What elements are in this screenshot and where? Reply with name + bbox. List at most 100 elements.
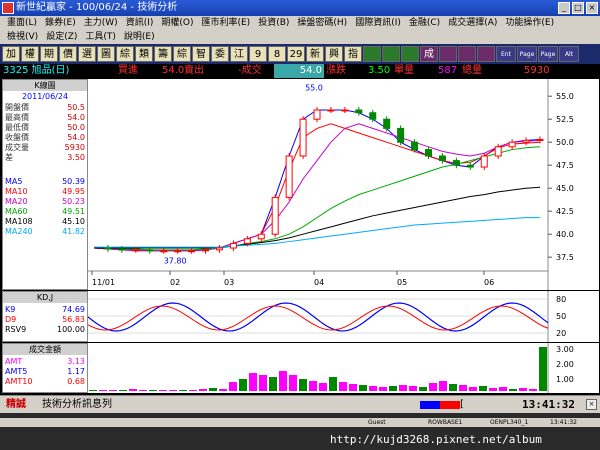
info-row-label: D9 (5, 315, 17, 324)
status-bracket: [ (460, 399, 464, 410)
info-row-label: MA5 (5, 177, 23, 186)
menu-item[interactable]: 操盤密碼(H) (293, 16, 351, 30)
amt-bar (179, 390, 187, 391)
menu-item[interactable]: 功能操作(E) (501, 16, 558, 30)
amt-chart-area[interactable]: 3.00 2.00 1.00 (88, 343, 599, 393)
menu-item[interactable]: 工具(T) (81, 30, 120, 44)
menu-item[interactable]: 成交選擇(A) (444, 16, 501, 30)
menu-item[interactable]: 國際資訊(I) (351, 16, 405, 30)
toolbar-button[interactable]: 價 (59, 46, 77, 62)
toolbar-button[interactable] (401, 46, 419, 62)
status-bar: 精誠 技術分析訊息列 [ 13:41:32 × (0, 395, 600, 413)
toolbar-button[interactable]: 委 (211, 46, 229, 62)
toolbar-button[interactable]: 興 (325, 46, 343, 62)
menu-item[interactable]: 畫面(L) (3, 16, 41, 30)
close-button[interactable]: × (586, 2, 598, 14)
kd-chart[interactable]: 80 50 20 (87, 291, 599, 342)
info-row: 差 3.50 (3, 153, 87, 163)
buy-label: 買進 (118, 65, 138, 76)
info-row: MA108 45.10 (3, 217, 87, 227)
menu-item[interactable]: 設定(Z) (42, 30, 81, 44)
toolbar-button[interactable]: 8 (268, 46, 286, 62)
menu-item[interactable]: 匯市利率(E) (197, 16, 254, 30)
amt-panel-title: 成交金額 (3, 344, 87, 355)
candle (425, 149, 432, 157)
info-row-label: MA240 (5, 227, 33, 236)
amt-bar (99, 390, 107, 391)
status-close-icon[interactable]: × (586, 399, 597, 410)
toolbar-button[interactable]: 江 (230, 46, 248, 62)
toolbar-button[interactable]: 29 (287, 46, 305, 62)
amt-bar (229, 382, 237, 391)
info-row: 收盤價 54.0 (3, 133, 87, 143)
menu-item[interactable]: 資訊(I) (122, 16, 158, 30)
toolbar-button[interactable]: 籌 (154, 46, 172, 62)
amt-bar (499, 387, 507, 391)
toolbar-button[interactable]: 9 (249, 46, 267, 62)
toolbar-button[interactable] (477, 46, 495, 62)
toolbar-button[interactable] (363, 46, 381, 62)
toolbar-button[interactable]: 新 (306, 46, 324, 62)
toolbar-button[interactable]: 期 (40, 46, 58, 62)
candle (508, 141, 516, 148)
toolbar-small-button[interactable]: Page (517, 46, 537, 62)
ma-line-3 (93, 123, 541, 252)
amt-bar (319, 383, 327, 391)
toolbar-button[interactable]: 圖 (97, 46, 115, 62)
amt-chart[interactable]: 3.00 2.00 1.00 (88, 343, 599, 393)
candle (257, 233, 265, 240)
info-row: 最低價 50.0 (3, 123, 87, 133)
menu-item[interactable]: 說明(E) (120, 30, 159, 44)
amt-bar (159, 390, 167, 391)
minimize-button[interactable]: _ (558, 2, 570, 14)
candle (438, 155, 446, 162)
toolbar-button[interactable]: 綜 (116, 46, 134, 62)
high-annotation: 55.0 (305, 84, 323, 93)
toolbar-button[interactable]: 選 (78, 46, 96, 62)
amt-bar (519, 388, 527, 391)
menu-item[interactable]: 主力(W) (80, 16, 122, 30)
info-row-value: 45.10 (62, 217, 85, 226)
k-chart-area[interactable]: 55.0 52.5 50.0 47.5 45.0 42.5 40.0 37.5 11/01 02 0… (88, 79, 599, 290)
candle (494, 146, 502, 157)
toolbar-button[interactable]: 指 (344, 46, 362, 62)
toolbar-button[interactable]: 綜 (173, 46, 191, 62)
amt-bar (369, 386, 377, 391)
kd-chart-area[interactable]: 80 50 20 (87, 291, 599, 342)
menu-item[interactable]: 檢視(V) (3, 30, 42, 44)
amt-bar (529, 389, 537, 391)
sell-label: 賣出 (184, 65, 204, 76)
amt-bar (399, 385, 407, 391)
y-tick-label: 50.0 (556, 138, 574, 147)
toolbar-button[interactable] (458, 46, 476, 62)
menu-item[interactable]: 期權(O) (157, 16, 197, 30)
maximize-button[interactable]: □ (572, 2, 584, 14)
toolbar-button[interactable]: 成 (420, 46, 438, 62)
amt-bar (459, 385, 467, 391)
candle (411, 141, 419, 151)
info-row: MA10 49.95 (3, 187, 87, 197)
menu-item[interactable]: 錄券(E) (41, 16, 80, 30)
toolbar-button[interactable] (382, 46, 400, 62)
candle (355, 109, 363, 114)
amt-bar (289, 375, 297, 391)
toolbar-button[interactable] (439, 46, 457, 62)
candle (452, 160, 460, 166)
k-chart[interactable]: 55.0 52.5 50.0 47.5 45.0 42.5 40.0 37.5 11/01 02 0… (88, 79, 599, 290)
toolbar-small-button[interactable]: Page (538, 46, 558, 62)
info-row: AMT10 0.68 (3, 377, 87, 387)
toolbar-button[interactable]: 加 (2, 46, 20, 62)
toolbar-button[interactable]: 類 (135, 46, 153, 62)
menu-item[interactable]: 投資(B) (254, 16, 293, 30)
menu-item[interactable]: 金融(C) (405, 16, 444, 30)
toolbar-button[interactable]: 智 (192, 46, 210, 62)
candle (146, 249, 154, 252)
toolbar-button[interactable]: 權 (21, 46, 39, 62)
pct-label: 漲跌 (326, 65, 346, 76)
kd-tick-label: 20 (556, 329, 566, 338)
toolbar-small-button[interactable]: Ent (496, 46, 516, 62)
info-row: MA5 50.39 (3, 177, 87, 187)
amt-info-panel: 成交金額 AMT 3.13 AMT5 1.17 AMT10 0.68 (2, 343, 88, 393)
toolbar-small-button[interactable]: Alt (559, 46, 579, 62)
amt-bar (539, 347, 547, 391)
